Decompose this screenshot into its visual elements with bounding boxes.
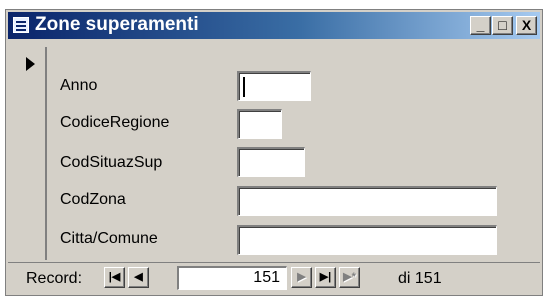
form-icon [13, 17, 29, 33]
record-count: di 151 [398, 270, 442, 287]
anno-field[interactable] [237, 71, 311, 101]
record-label: Record: [26, 270, 83, 287]
first-record-icon[interactable]: |◀ [104, 267, 125, 288]
window-title: Zone superamenti [35, 14, 199, 35]
codsituazsup-field[interactable] [237, 147, 305, 177]
previous-record-icon[interactable]: ◀ [128, 267, 149, 288]
text-cursor [243, 77, 245, 97]
new-record-icon[interactable]: ▶* [339, 267, 360, 288]
codiceregione-field[interactable] [237, 109, 282, 139]
close-button[interactable]: X [516, 16, 537, 35]
current-record-field[interactable]: 151 [177, 266, 287, 290]
form-detail: Anno CodiceRegione CodSituazSup CodZona … [48, 47, 536, 260]
label-codzona: CodZona [60, 191, 126, 208]
label-citta-comune: Citta/Comune [60, 230, 158, 247]
record-selector[interactable] [14, 47, 47, 260]
form-window: Zone superamenti _ □ X Anno CodiceRegion… [5, 9, 543, 296]
title-bar[interactable]: Zone superamenti _ □ X [8, 12, 540, 39]
current-record-arrow-icon [26, 57, 35, 71]
next-record-icon[interactable]: ▶ [291, 267, 312, 288]
last-record-icon[interactable]: ▶| [315, 267, 336, 288]
citta-comune-field[interactable] [237, 225, 497, 255]
maximize-button[interactable]: □ [492, 16, 513, 35]
codzona-field[interactable] [237, 186, 497, 216]
label-codiceregione: CodiceRegione [60, 114, 170, 131]
label-codsituazsup: CodSituazSup [60, 154, 163, 171]
record-navigation-bar: Record: |◀ ◀ 151 ▶ ▶| ▶* di 151 [8, 262, 540, 293]
minimize-button[interactable]: _ [470, 16, 491, 35]
label-anno: Anno [60, 77, 98, 94]
